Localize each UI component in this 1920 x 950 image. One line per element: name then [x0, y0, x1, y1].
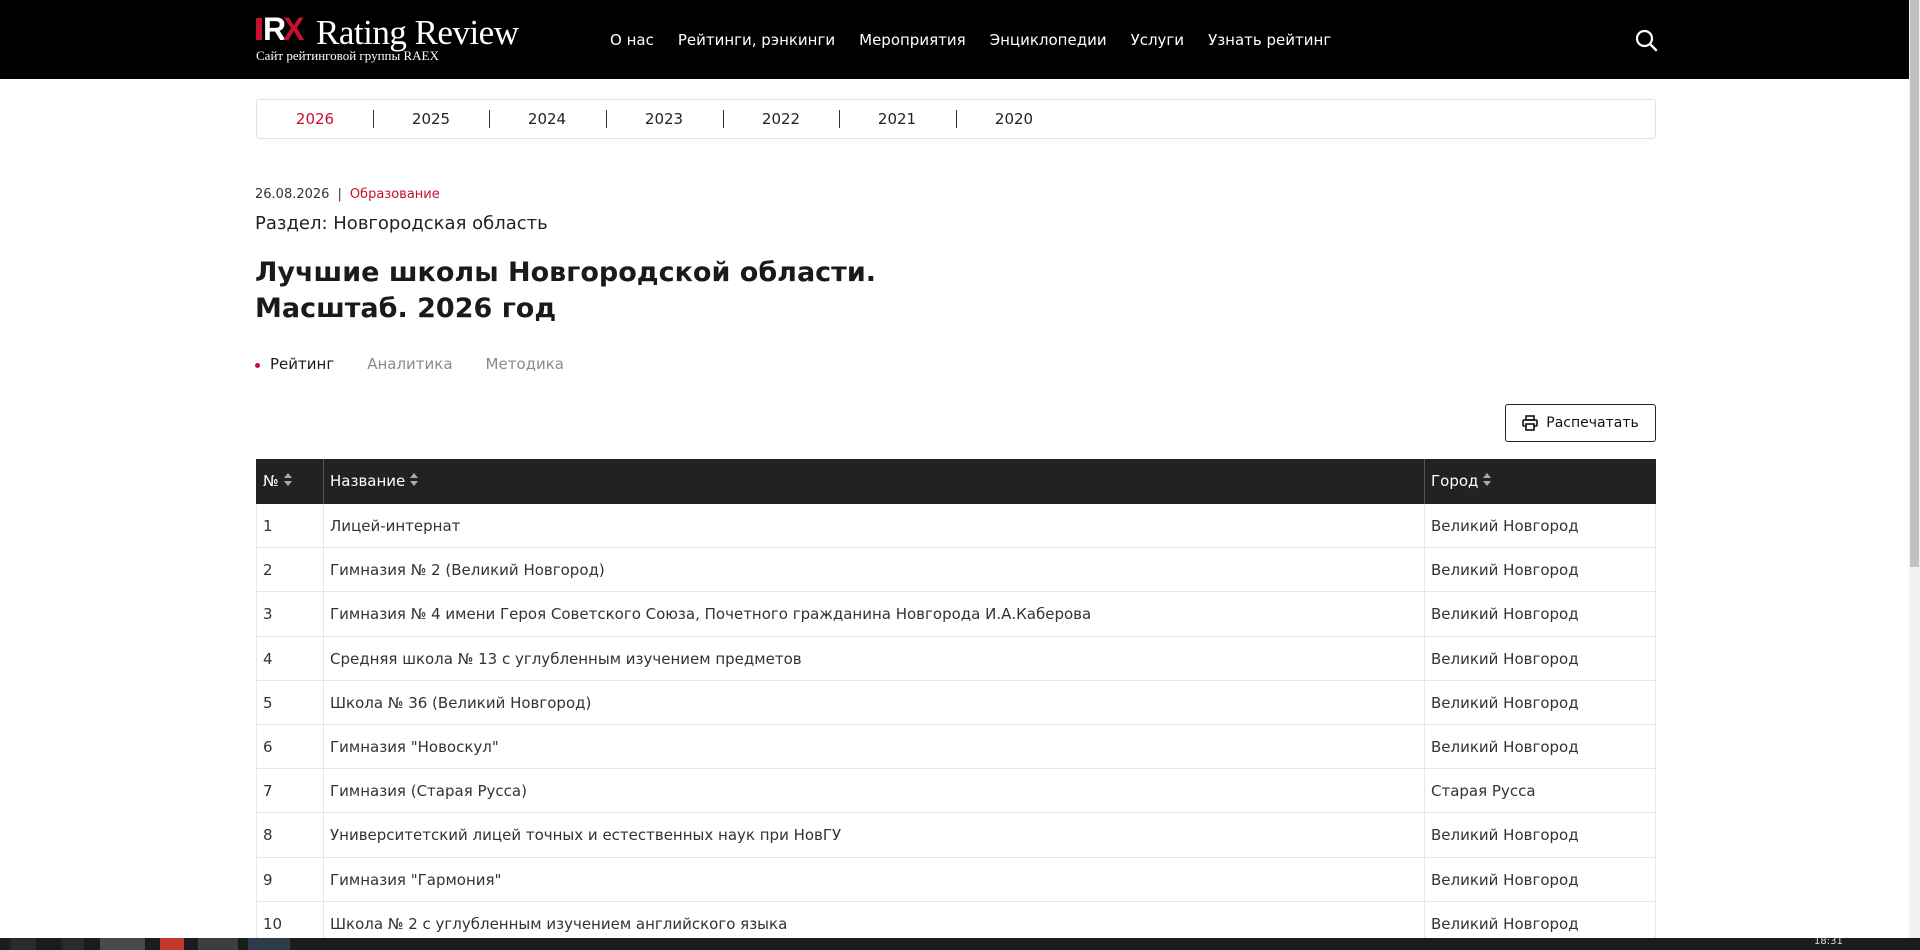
- site-header: RX Rating Review Сайт рейтинговой группы…: [0, 0, 1909, 79]
- table-row: 5 Школа № 36 (Великий Новгород) Великий …: [256, 680, 1656, 725]
- folder-taskbar-icon[interactable]: [198, 938, 238, 950]
- tab-methodology[interactable]: Методика: [486, 355, 564, 373]
- cell-number: 4: [263, 649, 273, 668]
- logo-title: Rating Review: [316, 13, 519, 52]
- page-title: Лучшие школы Новгородской области. Масшт…: [255, 257, 876, 324]
- content-tabs: Рейтинг Аналитика Методика: [255, 355, 597, 373]
- table-row: 7 Гимназия (Старая Русса) Старая Русса: [256, 769, 1656, 814]
- nav-get-rating[interactable]: Узнать рейтинг: [1208, 31, 1331, 49]
- table-row: 8 Университетский лицей точных и естеств…: [256, 813, 1656, 858]
- logo-subtitle: Сайт рейтинговой группы RAEX: [256, 48, 439, 63]
- column-header-label: №: [263, 472, 279, 490]
- logo-rx: RX: [263, 11, 305, 47]
- table-row: 6 Гимназия "Новоскул" Великий Новгород: [256, 724, 1656, 770]
- column-header-label: Город: [1431, 472, 1479, 490]
- logo-mark: RX: [256, 11, 316, 47]
- nav-services[interactable]: Услуги: [1131, 31, 1184, 49]
- tab-analytics[interactable]: Аналитика: [367, 355, 452, 373]
- logo-bar: [256, 18, 262, 40]
- cell-city: Великий Новгород: [1431, 561, 1579, 580]
- cell-city: Старая Русса: [1431, 782, 1536, 801]
- nav-events[interactable]: Мероприятия: [859, 31, 965, 49]
- year-tab-2024[interactable]: 2024: [489, 100, 605, 138]
- meta-separator: |: [337, 187, 342, 202]
- cell-number: 6: [263, 737, 273, 756]
- cell-city: Великий Новгород: [1431, 826, 1579, 845]
- search-icon: [1635, 29, 1658, 52]
- cell-city: Великий Новгород: [1431, 517, 1579, 535]
- tab-rating[interactable]: Рейтинг: [255, 355, 334, 373]
- print-button[interactable]: Распечатать: [1505, 404, 1656, 442]
- app-taskbar-icon[interactable]: [160, 938, 184, 950]
- cell-city: Великий Новгород: [1431, 870, 1579, 889]
- active-dot: [255, 363, 260, 368]
- printer-icon: [1522, 415, 1539, 431]
- cell-city: Великий Новгород: [1431, 649, 1579, 668]
- column-header-number[interactable]: №: [256, 459, 323, 504]
- cell-name: Гимназия № 2 (Великий Новгород): [330, 561, 605, 580]
- cell-name: Гимназия (Старая Русса): [330, 782, 527, 801]
- app-taskbar-icon[interactable]: [248, 938, 290, 950]
- cell-name: Гимназия "Новоскул": [330, 737, 499, 756]
- rating-table: № Название Город 1 Лицей-интернат Велики…: [256, 459, 1656, 946]
- cell-name: Школа № 36 (Великий Новгород): [330, 693, 592, 712]
- cell-number: 7: [263, 782, 273, 801]
- scrollbar-thumb[interactable]: [1910, 0, 1919, 567]
- year-tab-2023[interactable]: 2023: [606, 100, 722, 138]
- site-logo[interactable]: RX Rating Review Сайт рейтинговой группы…: [256, 11, 519, 63]
- table-header: № Название Город: [256, 459, 1656, 504]
- os-taskbar: 18:31: [0, 938, 1920, 950]
- sort-icon: [1483, 472, 1492, 487]
- year-tab-2026[interactable]: 2026: [257, 100, 373, 138]
- cell-number: 2: [263, 561, 273, 580]
- cell-number: 9: [263, 870, 273, 889]
- column-header-name[interactable]: Название: [323, 459, 1424, 504]
- cell-name: Гимназия № 4 имени Героя Советского Союз…: [330, 605, 1092, 624]
- column-header-label: Название: [330, 472, 406, 490]
- category-link[interactable]: Образование: [350, 187, 440, 202]
- section-label: Раздел: Новгородская область: [255, 213, 548, 234]
- publish-date: 26.08.2026: [255, 187, 330, 202]
- browser-taskbar-icon[interactable]: [100, 938, 145, 950]
- nav-encyclopedias[interactable]: Энциклопедии: [990, 31, 1107, 49]
- cell-name: Лицей-интернат: [330, 517, 461, 535]
- search-taskbar-icon[interactable]: [62, 938, 84, 950]
- cell-name: Средняя школа № 13 с углубленным изучени…: [330, 649, 802, 668]
- cell-number: 8: [263, 826, 273, 845]
- cell-number: 3: [263, 605, 273, 624]
- nav-ratings[interactable]: Рейтинги, рэнкинги: [678, 31, 835, 49]
- tab-rating-label: Рейтинг: [270, 355, 335, 373]
- cell-number: 5: [263, 693, 273, 712]
- year-tabs: 2026 2025 2024 2023 2022 2021 2020: [256, 99, 1656, 139]
- sort-icon: [410, 472, 419, 487]
- taskbar-clock[interactable]: 18:31: [1814, 938, 1843, 947]
- table-row: 1 Лицей-интернат Великий Новгород: [256, 504, 1656, 549]
- start-icon[interactable]: [10, 938, 36, 950]
- year-tab-2025[interactable]: 2025: [373, 100, 489, 138]
- cell-number: 1: [263, 517, 273, 535]
- main-nav: О нас Рейтинги, рэнкинги Мероприятия Энц…: [610, 0, 1355, 79]
- article-meta: 26.08.2026 | Образование: [255, 187, 440, 202]
- table-row: 2 Гимназия № 2 (Великий Новгород) Велики…: [256, 548, 1656, 593]
- year-tab-2020[interactable]: 2020: [956, 100, 1072, 138]
- year-tab-2022[interactable]: 2022: [723, 100, 839, 138]
- cell-city: Великий Новгород: [1431, 693, 1579, 712]
- cell-city: Великий Новгород: [1431, 605, 1579, 624]
- sort-icon: [283, 472, 292, 487]
- year-tab-2021[interactable]: 2021: [839, 100, 955, 138]
- search-button[interactable]: [1634, 28, 1658, 52]
- table-row: 4 Средняя школа № 13 с углубленным изуче…: [256, 636, 1656, 681]
- nav-about[interactable]: О нас: [610, 31, 654, 49]
- cell-city: Великий Новгород: [1431, 737, 1579, 756]
- table-row: 3 Гимназия № 4 имени Героя Советского Со…: [256, 592, 1656, 637]
- print-button-label: Распечатать: [1546, 415, 1639, 431]
- column-header-city[interactable]: Город: [1424, 459, 1656, 504]
- table-row: 9 Гимназия "Гармония" Великий Новгород: [256, 857, 1656, 902]
- cell-name: Гимназия "Гармония": [330, 870, 502, 889]
- cell-name: Университетский лицей точных и естествен…: [330, 826, 842, 845]
